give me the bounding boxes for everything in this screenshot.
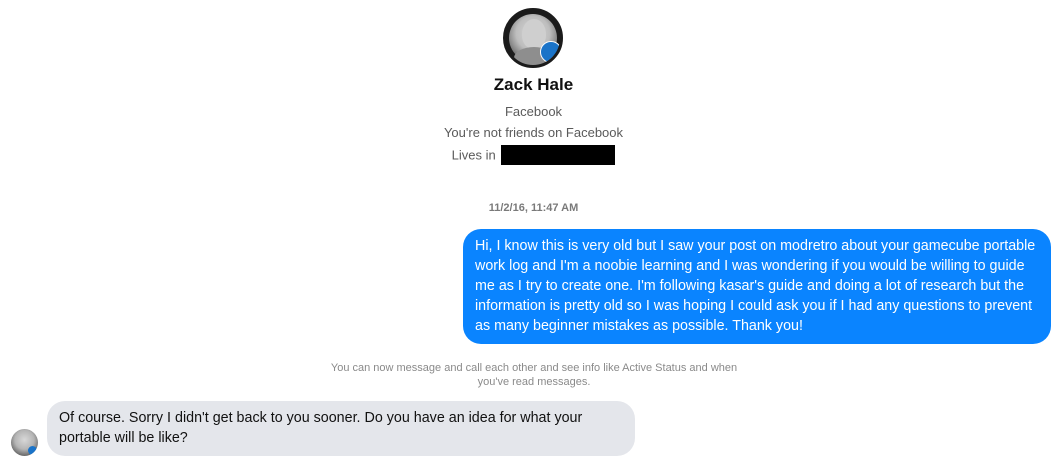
profile-avatar[interactable] [503, 8, 563, 68]
sent-message-bubble[interactable]: Hi, I know this is very old but I saw yo… [463, 229, 1051, 344]
messenger-conversation: Zack Hale Facebook You're not friends on… [0, 0, 1059, 471]
lives-in-label: Lives in [451, 147, 496, 163]
profile-badge-icon [540, 41, 560, 63]
connection-notice: You can now message and call each other … [330, 362, 738, 388]
lives-in: Lives in [0, 145, 1059, 166]
redacted-location [501, 145, 616, 165]
sender-badge-icon [28, 446, 37, 455]
friend-status: You're not friends on Facebook [443, 125, 624, 140]
profile-source: Facebook [504, 104, 563, 119]
received-message-bubble[interactable]: Of course. Sorry I didn't get back to yo… [47, 401, 635, 456]
message-timestamp: 11/2/16, 11:47 AM [488, 202, 579, 214]
profile-name[interactable]: Zack Hale [0, 75, 1059, 95]
sender-avatar[interactable] [11, 429, 38, 456]
